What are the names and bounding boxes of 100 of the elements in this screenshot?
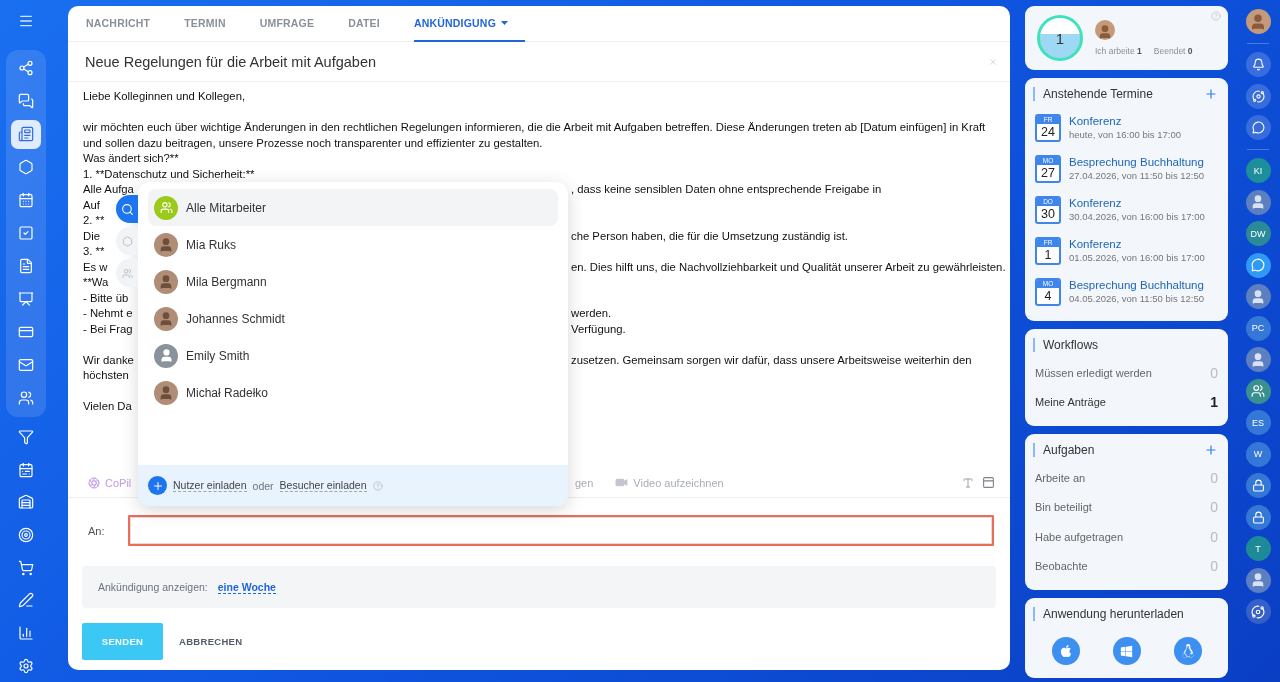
add-icon[interactable] [148, 476, 167, 495]
recipient-option[interactable]: Alle Mitarbeiter [148, 189, 558, 226]
counter-label[interactable]: Arbeite an [1035, 471, 1086, 484]
person-icon [1250, 194, 1266, 210]
calendar-list-icon [18, 461, 34, 478]
locked-chat-button[interactable] [1245, 504, 1271, 530]
linux-download-button[interactable] [1173, 637, 1202, 665]
event-link[interactable]: Besprechung Buchhaltung [1069, 156, 1205, 168]
sidebar-item[interactable] [11, 119, 41, 149]
recipient-option[interactable]: Mia Ruks [148, 226, 558, 263]
plus-icon [1204, 87, 1218, 101]
contact-avatar[interactable] [1245, 284, 1271, 309]
people-icon [18, 390, 34, 407]
recipient-option[interactable]: Emily Smith [148, 337, 558, 374]
people-icon [1251, 384, 1265, 398]
person-icon [1250, 351, 1266, 368]
locked-chat-button[interactable] [1245, 473, 1271, 498]
target-icon [18, 527, 34, 543]
contact-avatar[interactable]: PC [1245, 315, 1271, 341]
profile-avatar[interactable] [1245, 9, 1271, 34]
contact-avatar[interactable] [1245, 347, 1271, 372]
cancel-button[interactable]: ABBRECHEN [173, 635, 249, 648]
body-text: Auf [83, 197, 100, 213]
recipient-field[interactable] [127, 515, 994, 546]
tab[interactable]: DATEI [348, 6, 397, 42]
counter-value: 0 [1210, 528, 1218, 545]
contact-avatar[interactable] [1245, 189, 1271, 215]
bell-icon [1251, 58, 1265, 71]
event-link[interactable]: Besprechung Buchhaltung [1069, 279, 1205, 291]
help-icon [1211, 11, 1221, 21]
contact-avatar[interactable]: ES [1245, 410, 1271, 435]
body-text: en. Dies hilft uns, die Nachvollziehbarkeit und Qualität unserer Arbeit zu gewährleisten. [571, 259, 1006, 275]
counter-value: 1 [1210, 394, 1218, 411]
copilot-icon [88, 476, 100, 489]
windows-download-button[interactable] [1112, 637, 1141, 665]
people-icon [121, 267, 133, 279]
chat-icon [1251, 121, 1265, 134]
panel-icon[interactable] [982, 476, 995, 489]
body-text: Was ändert sich?** [83, 151, 179, 166]
status-counter: Ich arbeite 1 [1095, 46, 1142, 56]
orbit-icon [1251, 89, 1265, 103]
body-text: höchsten [83, 368, 129, 383]
filter-icon [18, 429, 34, 445]
post-title[interactable]: Neue Regelungen für die Arbeit mit Aufgaben [85, 53, 376, 70]
widget-title: Anstehende Termine [1033, 87, 1153, 101]
body-text: 2. ** [83, 213, 105, 228]
search-tab[interactable] [116, 195, 138, 223]
contact-avatar[interactable]: T [1245, 536, 1271, 561]
counter-label[interactable]: Habe aufgetragen [1035, 530, 1124, 543]
tab[interactable]: TERMIN [184, 6, 243, 42]
body-text: Liebe Kolleginnen und Kollegen, [83, 89, 246, 104]
recipient-option[interactable]: Michał Radełko [148, 374, 558, 411]
calendar-icon [18, 192, 34, 209]
recipient-option[interactable]: Mila Bergmann [148, 263, 558, 300]
body-text: Verfügung. [571, 321, 626, 337]
add-button[interactable] [1204, 87, 1218, 101]
counter-label[interactable]: Meine Anträge [1035, 396, 1106, 409]
person-icon [1250, 572, 1266, 588]
display-label: Ankündigung anzeigen: [98, 581, 208, 593]
body-text: Die [83, 228, 100, 244]
chat-icon [1251, 258, 1265, 272]
contact-avatar[interactable] [1245, 567, 1271, 593]
status-ring[interactable]: 1 [1037, 15, 1083, 61]
event-link[interactable]: Konferenz [1069, 238, 1205, 250]
chat-button[interactable] [1245, 252, 1271, 278]
person-icon [1250, 288, 1266, 305]
notifications-button[interactable] [1245, 52, 1271, 77]
event-link[interactable]: Konferenz [1069, 197, 1205, 209]
counter-label[interactable]: Bin beteiligt [1035, 501, 1092, 514]
apple-download-button[interactable] [1051, 637, 1080, 665]
contact-avatar[interactable]: W [1245, 441, 1271, 467]
body-text: - Bitte üb [83, 290, 129, 306]
event-time: heute, von 16:00 bis 17:00 [1069, 129, 1181, 140]
tab[interactable]: ANKÜNDIGUNG [413, 6, 525, 42]
video-icon [615, 476, 629, 489]
invite-guests-link[interactable]: Besucher einladen [279, 479, 367, 492]
body-text: Wir danke [83, 352, 134, 368]
chat-button[interactable] [1245, 115, 1271, 140]
contact-avatar[interactable]: DW [1245, 221, 1271, 246]
spiral-button[interactable] [1245, 83, 1271, 109]
counter-label[interactable]: Beobachte [1035, 560, 1088, 573]
counter-label[interactable]: Müssen erledigt werden [1035, 366, 1152, 379]
event-time: 01.05.2026, von 16:00 bis 17:00 [1069, 252, 1205, 263]
recipient-option[interactable]: Johannes Schmidt [148, 300, 558, 337]
body-text: Alle Aufga [83, 182, 134, 197]
event-link[interactable]: Konferenz [1069, 115, 1181, 127]
invite-users-link[interactable]: Nutzer einladen [173, 479, 247, 492]
add-button[interactable] [1204, 443, 1218, 457]
status-counter: Beendet 0 [1153, 46, 1193, 56]
tab[interactable]: NACHRICHT [86, 6, 168, 42]
body-text: 3. ** [83, 244, 105, 259]
tab[interactable]: UMFRAGE [259, 6, 332, 42]
contact-avatar[interactable]: KI [1245, 158, 1271, 183]
bar-chart-icon [18, 625, 34, 641]
body-text: zusetzen. Gemeinsam sorgen wir dafür, dass unsere Arbeitsweise weiterhin den [571, 352, 972, 368]
spiral-button[interactable] [1245, 599, 1271, 624]
group-chat-button[interactable] [1245, 378, 1271, 404]
widget-title: Aufgaben [1033, 443, 1095, 457]
document-icon [18, 258, 34, 275]
duration-link[interactable]: eine Woche [217, 580, 276, 594]
